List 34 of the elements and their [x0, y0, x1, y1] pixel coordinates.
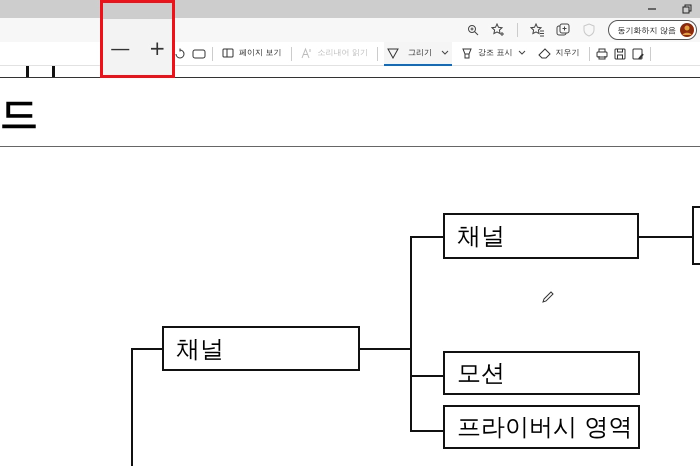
- toolbar-button[interactable]: 지우기: [534, 42, 583, 66]
- zoom-in-button[interactable]: +: [144, 36, 170, 60]
- zoom-icon[interactable]: [467, 24, 480, 36]
- rotate-icon[interactable]: [174, 48, 186, 60]
- draw-icon: [387, 46, 400, 58]
- toolbar-button[interactable]: 그리기: [384, 42, 452, 66]
- connector-line: [639, 236, 693, 238]
- toolbar-button[interactable]: 강조 표시: [458, 42, 529, 66]
- extension-icon: [582, 23, 596, 37]
- star-plus-icon[interactable]: [491, 23, 506, 37]
- save-icon[interactable]: [614, 48, 626, 60]
- text-fragment: [26, 66, 29, 77]
- page-view-icon: [222, 46, 234, 58]
- save-as-icon[interactable]: [632, 48, 644, 60]
- diagram-node: 프라이버시 영역: [443, 405, 640, 449]
- favorites-icon[interactable]: [530, 23, 544, 37]
- collections-icon[interactable]: [556, 23, 570, 37]
- pencil-icon: [542, 291, 554, 303]
- eraser-icon: [538, 46, 551, 58]
- diagram-node: [692, 206, 700, 265]
- avatar-icon: [680, 23, 694, 37]
- text-fragment: [52, 66, 55, 77]
- diagram-node: 채널: [443, 213, 639, 259]
- read-aloud-icon: [300, 46, 313, 58]
- profile-button[interactable]: 동기화하지 않음: [608, 20, 697, 40]
- diagram-node: 모션: [443, 351, 640, 395]
- highlighter-icon: [461, 46, 474, 58]
- toolbar-button[interactable]: 페이지 보기: [219, 42, 285, 66]
- restore-icon[interactable]: [682, 4, 692, 14]
- diagram-node: 채널: [162, 326, 360, 371]
- fit-page-icon[interactable]: [192, 48, 206, 60]
- print-icon[interactable]: [596, 48, 608, 60]
- zoom-out-button[interactable]: —: [106, 36, 134, 60]
- document-heading: 드: [0, 91, 39, 138]
